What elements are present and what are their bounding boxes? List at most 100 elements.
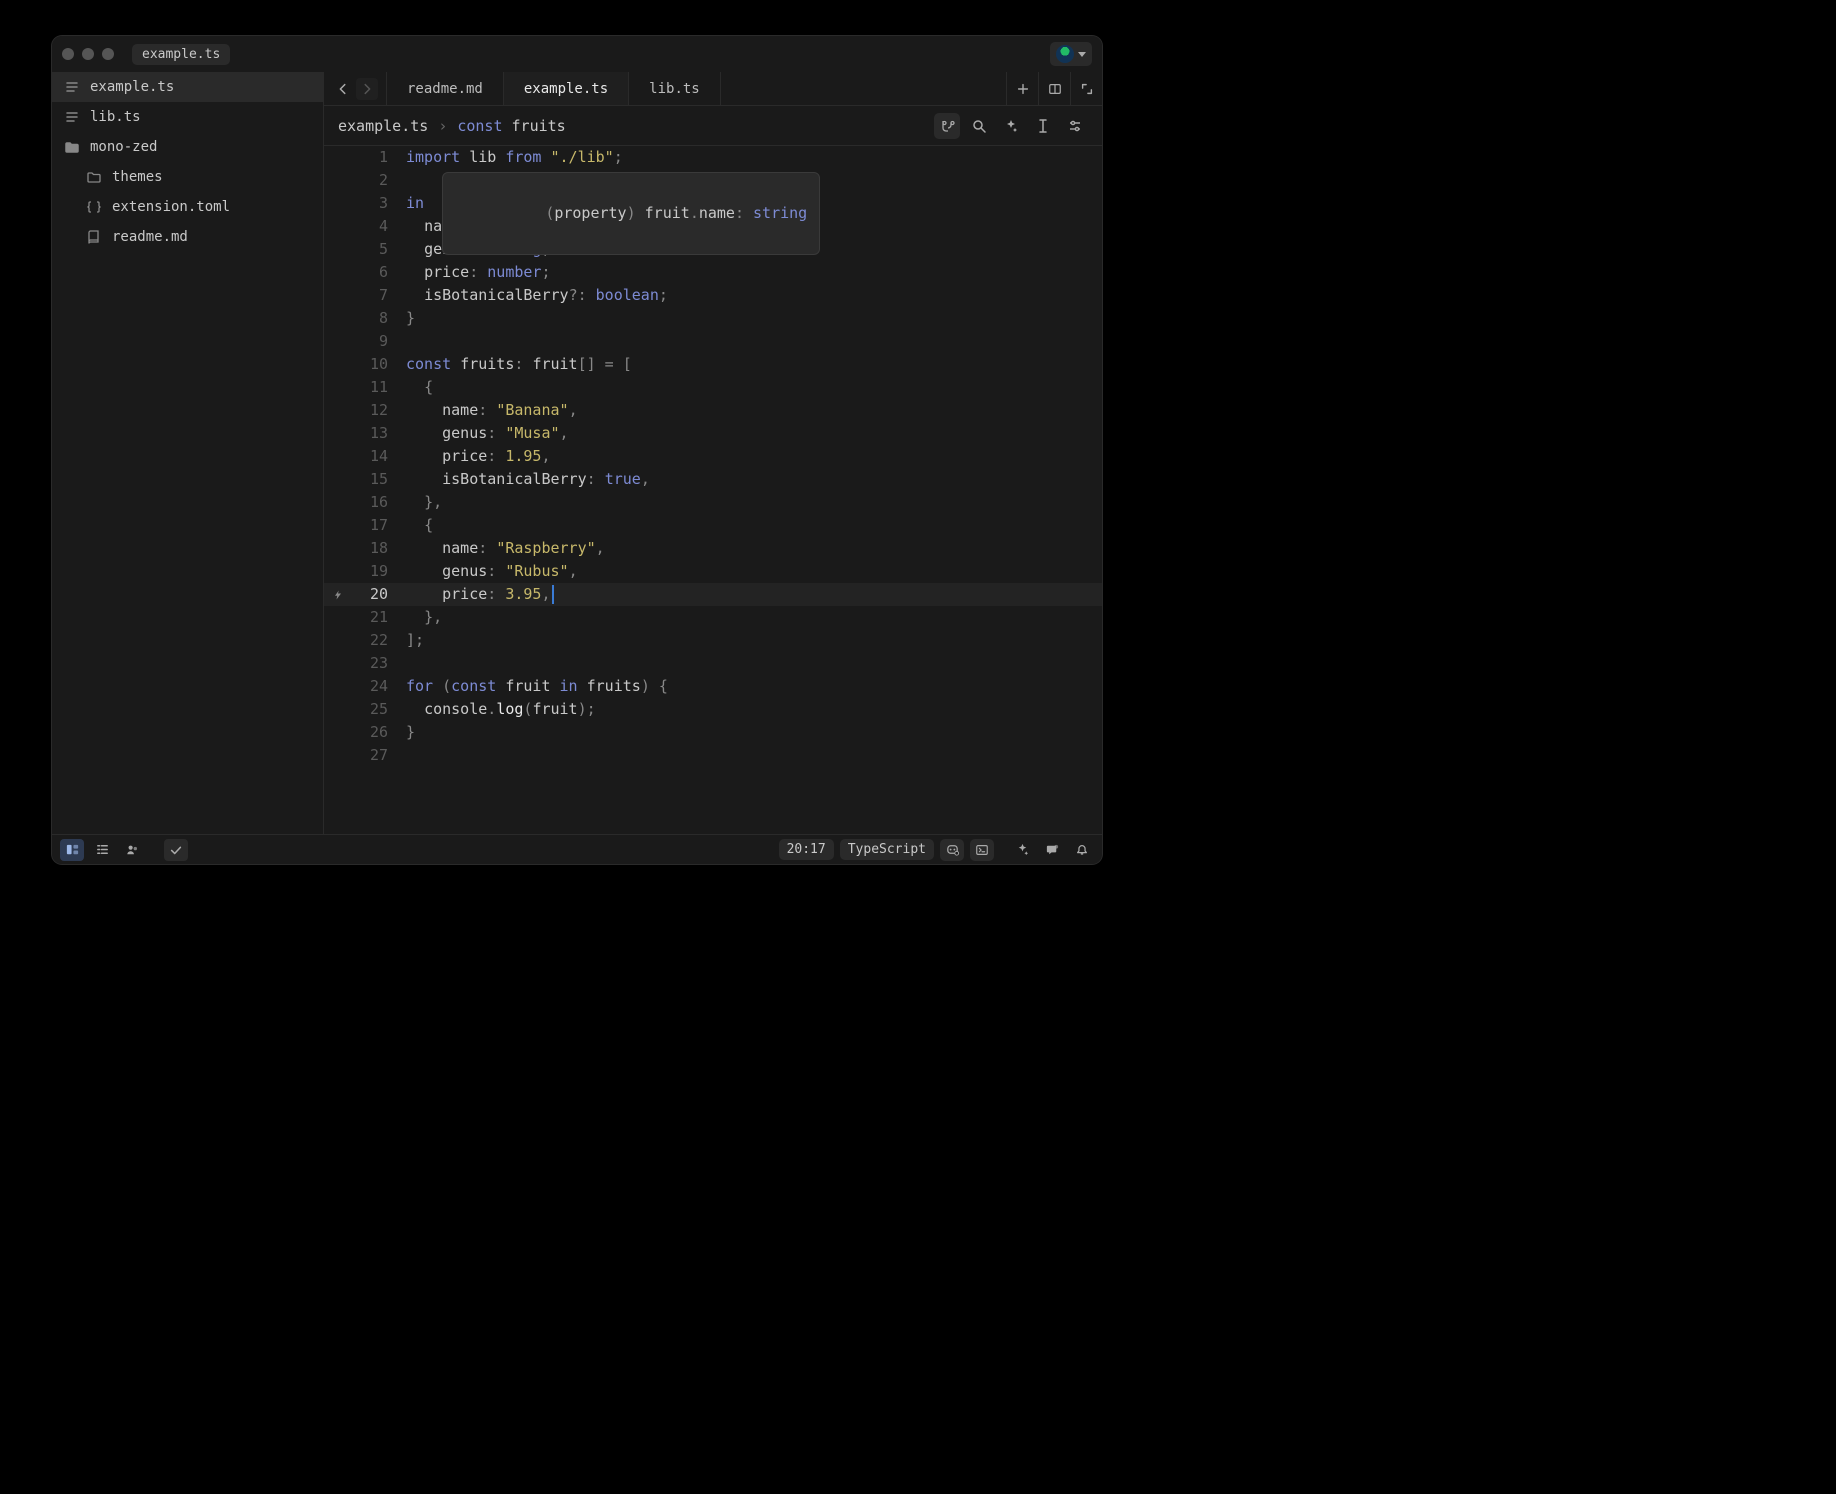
code-line[interactable]: 27	[324, 744, 1102, 767]
line-number: 24	[352, 675, 406, 698]
panel-project-button[interactable]	[60, 839, 84, 861]
minimize-window-button[interactable]	[82, 48, 94, 60]
sidebar-item-readme-md[interactable]: readme.md	[52, 222, 323, 252]
gutter-icon	[324, 169, 352, 192]
nav-forward-button[interactable]	[356, 78, 378, 100]
panel-collab-button[interactable]	[120, 839, 144, 861]
breadcrumb: example.ts › const fruits	[324, 106, 1102, 146]
book-icon	[86, 229, 102, 245]
line-content: for (const fruit in fruits) {	[406, 675, 668, 698]
folder-icon	[64, 139, 80, 155]
sidebar-item-lib-ts[interactable]: lib.ts	[52, 102, 323, 132]
line-number: 15	[352, 468, 406, 491]
code-line[interactable]: 12 name: "Banana",	[324, 399, 1102, 422]
line-content: },	[406, 491, 442, 514]
gutter-icon	[324, 560, 352, 583]
code-line[interactable]: 13 genus: "Musa",	[324, 422, 1102, 445]
brackets-icon	[86, 199, 102, 215]
sidebar-item-mono-zed[interactable]: mono-zed	[52, 132, 323, 162]
split-pane-button[interactable]	[1038, 72, 1070, 106]
code-line[interactable]: 17 {	[324, 514, 1102, 537]
code-line[interactable]: 1import lib from "./lib";	[324, 146, 1102, 169]
code-line[interactable]: 6 price: number;	[324, 261, 1102, 284]
file-icon	[64, 79, 80, 95]
code-line[interactable]: 22];	[324, 629, 1102, 652]
code-line[interactable]: 23	[324, 652, 1102, 675]
gutter-icon	[324, 698, 352, 721]
nav-back-button[interactable]	[332, 78, 354, 100]
zoom-window-button[interactable]	[102, 48, 114, 60]
code-line[interactable]: 14 price: 1.95,	[324, 445, 1102, 468]
code-line[interactable]: 18 name: "Raspberry",	[324, 537, 1102, 560]
hover-tooltip: (property) fruit.name: string	[442, 172, 820, 255]
gutter-icon	[324, 468, 352, 491]
tab-example-ts[interactable]: example.ts	[504, 72, 629, 105]
line-number: 19	[352, 560, 406, 583]
gutter-icon	[324, 445, 352, 468]
sidebar-item-label: mono-zed	[90, 139, 157, 155]
tab-strip: readme.md example.tslib.ts	[324, 72, 1102, 106]
code-line[interactable]: 16 },	[324, 491, 1102, 514]
gutter-icon	[324, 583, 352, 606]
line-content: genus: "Musa",	[406, 422, 569, 445]
terminal-button[interactable]	[970, 839, 994, 861]
editor-window: example.ts example.tslib.tsmono-zedtheme…	[52, 36, 1102, 864]
sidebar-item-extension-toml[interactable]: extension.toml	[52, 192, 323, 222]
code-editor[interactable]: 1import lib from "./lib";23in4 name: str…	[324, 146, 1102, 834]
line-number: 8	[352, 307, 406, 330]
gutter-icon	[324, 238, 352, 261]
tab-readme-md[interactable]: readme.md	[387, 72, 504, 105]
code-line[interactable]: 20 price: 3.95,	[324, 583, 1102, 606]
code-line[interactable]: 11 {	[324, 376, 1102, 399]
new-tab-button[interactable]	[1006, 72, 1038, 106]
close-window-button[interactable]	[62, 48, 74, 60]
feedback-button[interactable]	[1040, 839, 1064, 861]
line-content: isBotanicalBerry: true,	[406, 468, 650, 491]
code-line[interactable]: 24for (const fruit in fruits) {	[324, 675, 1102, 698]
notifications-button[interactable]	[1070, 839, 1094, 861]
panel-outline-button[interactable]	[90, 839, 114, 861]
code-line[interactable]: 21 },	[324, 606, 1102, 629]
code-line[interactable]: 25 console.log(fruit);	[324, 698, 1102, 721]
git-branch-button[interactable]	[934, 113, 960, 139]
search-button[interactable]	[966, 113, 992, 139]
gutter-icon	[324, 422, 352, 445]
tab-label: readme.md	[407, 81, 483, 97]
cursor-position[interactable]: 20:17	[779, 839, 834, 860]
sidebar-item-themes[interactable]: themes	[52, 162, 323, 192]
tab-lib-ts[interactable]: lib.ts	[629, 72, 721, 105]
maximize-button[interactable]	[1070, 72, 1102, 106]
code-line[interactable]: 8}	[324, 307, 1102, 330]
editor-panel: readme.mdexample.tslib.ts example.ts ›	[324, 72, 1102, 834]
line-number: 10	[352, 353, 406, 376]
diagnostics-ok-button[interactable]	[164, 839, 188, 861]
code-line[interactable]: 19 genus: "Rubus",	[324, 560, 1102, 583]
settings-sliders-button[interactable]	[1062, 113, 1088, 139]
gutter-icon	[324, 261, 352, 284]
gutter-icon	[324, 514, 352, 537]
file-icon	[64, 109, 80, 125]
code-line[interactable]: 15 isBotanicalBerry: true,	[324, 468, 1102, 491]
gutter-icon	[324, 399, 352, 422]
account-menu[interactable]	[1050, 42, 1092, 66]
gutter-icon	[324, 744, 352, 767]
status-bar: 20:17 TypeScript	[52, 834, 1102, 864]
breadcrumb-symbol[interactable]: const fruits	[457, 117, 565, 135]
line-content: }	[406, 307, 415, 330]
line-number: 13	[352, 422, 406, 445]
ai-assistant-button[interactable]	[1010, 839, 1034, 861]
line-number: 4	[352, 215, 406, 238]
sidebar-item-label: extension.toml	[112, 199, 230, 215]
cursor-mode-button[interactable]	[1030, 113, 1056, 139]
copilot-button[interactable]	[940, 839, 964, 861]
breadcrumb-file[interactable]: example.ts	[338, 117, 428, 135]
sidebar-item-example-ts[interactable]: example.ts	[52, 72, 323, 102]
code-line[interactable]: 10const fruits: fruit[] = [	[324, 353, 1102, 376]
gutter-icon	[324, 330, 352, 353]
ai-sparkle-button[interactable]	[998, 113, 1024, 139]
code-line[interactable]: 26}	[324, 721, 1102, 744]
language-mode[interactable]: TypeScript	[840, 839, 934, 860]
line-number: 27	[352, 744, 406, 767]
code-line[interactable]: 7 isBotanicalBerry?: boolean;	[324, 284, 1102, 307]
code-line[interactable]: 9	[324, 330, 1102, 353]
